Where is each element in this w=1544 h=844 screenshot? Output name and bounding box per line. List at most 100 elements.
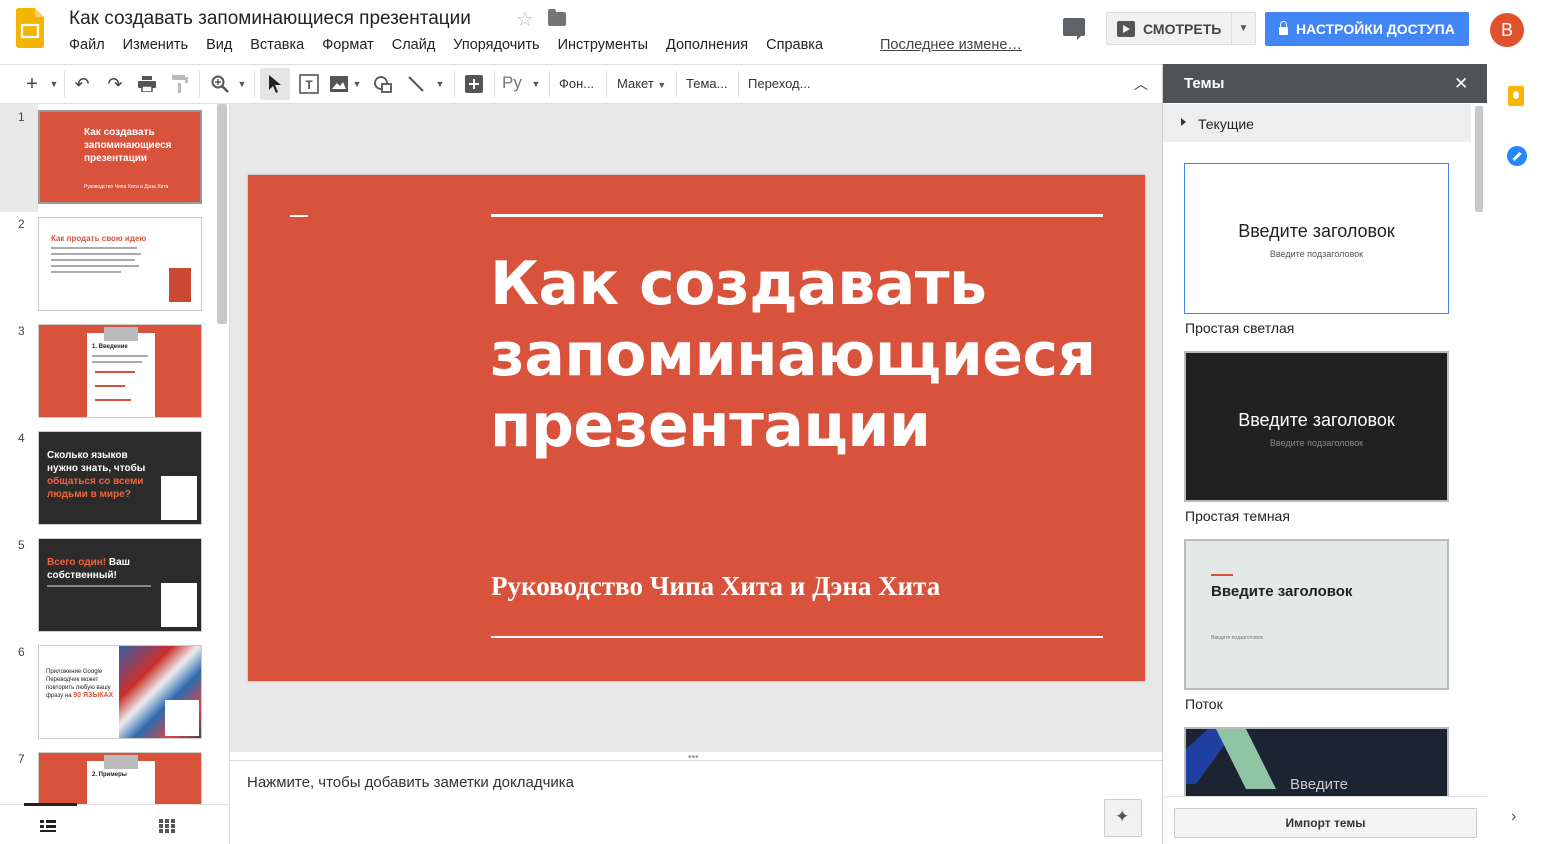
speaker-notes-placeholder[interactable]: Нажмите, чтобы добавить заметки докладчи…	[247, 774, 574, 791]
thumb-card: 1. Введение	[87, 327, 155, 417]
toolbar-divider	[606, 71, 607, 97]
avatar[interactable]: В	[1490, 13, 1524, 47]
slide-thumbnail-4[interactable]: Сколько языков нужно знать, чтобы общать…	[38, 431, 202, 525]
zoom-icon[interactable]	[207, 65, 233, 103]
thumb-text-line	[51, 271, 121, 273]
import-theme-button[interactable]: Импорт темы	[1174, 808, 1477, 838]
thumb-text-line	[51, 253, 141, 255]
menu-edit[interactable]: Изменить	[114, 37, 197, 53]
tasks-icon[interactable]	[1507, 146, 1527, 166]
thumb-text-line	[95, 371, 135, 373]
line-icon[interactable]	[403, 65, 429, 103]
layout-button[interactable]: Макет ▼	[617, 76, 666, 91]
add-comment-icon[interactable]	[461, 65, 487, 103]
explore-button[interactable]	[1104, 799, 1142, 837]
close-icon[interactable]: ✕	[1454, 74, 1468, 94]
slide-number: 2	[18, 217, 25, 231]
new-slide-dropdown-icon[interactable]: ▼	[48, 65, 60, 103]
tape-image	[104, 755, 138, 769]
text-box-icon[interactable]: T	[296, 65, 322, 103]
list-view-icon[interactable]	[40, 819, 56, 837]
line-dropdown-icon[interactable]: ▼	[434, 65, 446, 103]
slide-subtitle[interactable]: Руководство Чипа Хита и Дэна Хита	[491, 571, 940, 602]
active-view-indicator	[24, 803, 77, 806]
thumb-title: Как создавать запоминающиеся презентации	[84, 127, 172, 164]
thumb-title: Приложение Google Переводчик может повто…	[46, 668, 118, 700]
menu-slide[interactable]: Слайд	[383, 37, 445, 53]
menu-arrange[interactable]: Упорядочить	[444, 37, 548, 53]
slide-title[interactable]: Как создавать запоминающиеся презентации	[490, 249, 1096, 462]
thumb-title: Всего один! Ваш собственный!	[47, 556, 151, 582]
svg-text:T: T	[305, 78, 313, 92]
theme-card-simple-dark[interactable]: Введите заголовок Введите подзаголовок	[1184, 351, 1449, 502]
speaker-notes[interactable]: Нажмите, чтобы добавить заметки докладчи…	[230, 760, 1162, 844]
image-dropdown-icon[interactable]: ▼	[351, 65, 363, 103]
document-title[interactable]: Как создавать запоминающиеся презентации	[69, 8, 471, 30]
keep-icon[interactable]	[1508, 86, 1524, 106]
input-tools-button[interactable]: Ру	[502, 73, 522, 93]
share-button[interactable]: НАСТРОЙКИ ДОСТУПА	[1265, 12, 1469, 46]
slide-number: 6	[18, 645, 25, 659]
theme-preview-accent	[1211, 574, 1233, 576]
theme-card-simple-light[interactable]: Введите заголовок Введите подзаголовок	[1184, 163, 1449, 314]
themes-scrollbar[interactable]	[1475, 106, 1483, 212]
redo-icon[interactable]: ↷	[103, 65, 127, 103]
slide-thumbnail-3[interactable]: 1. Введение	[38, 324, 202, 418]
slide-thumbnail-7[interactable]: 2. Примеры	[38, 752, 202, 804]
theme-card-flow[interactable]: Введите заголовок Введите подзаголовок	[1184, 539, 1449, 690]
collapse-toolbar-chevron-icon[interactable]: ︿	[1130, 65, 1152, 103]
theme-preview-title: Введите заголовок	[1238, 410, 1395, 430]
folder-icon[interactable]	[548, 9, 566, 26]
menu-help[interactable]: Справка	[757, 37, 832, 53]
comments-icon[interactable]	[1063, 18, 1085, 40]
paint-format-icon[interactable]	[168, 65, 192, 103]
print-icon[interactable]	[135, 65, 159, 103]
select-tool-icon[interactable]	[260, 68, 290, 100]
thumb-text-line	[92, 355, 148, 357]
thumb-card	[165, 700, 199, 736]
theme-button[interactable]: Тема...	[686, 76, 727, 91]
toolbar-divider	[64, 71, 65, 97]
shape-icon[interactable]	[370, 65, 396, 103]
thumb-title-text: Сколько языков нужно знать, чтобы	[47, 450, 146, 474]
new-slide-icon[interactable]: +	[20, 65, 44, 103]
theme-preview-subtitle: Введите подзаголовок	[1269, 249, 1364, 259]
slide-thumbnail-1[interactable]: Как создавать запоминающиеся презентации…	[38, 110, 202, 204]
menu-bar: Файл Изменить Вид Вставка Формат Слайд У…	[60, 37, 832, 53]
filmstrip-footer	[0, 803, 230, 844]
last-edit-link[interactable]: Последнее измене…	[880, 37, 1022, 53]
slide-thumbnail-6[interactable]: Приложение Google Переводчик может повто…	[38, 645, 202, 739]
undo-icon[interactable]: ↶	[70, 65, 94, 103]
star-icon[interactable]: ☆	[516, 7, 534, 32]
menu-format[interactable]: Формат	[313, 37, 383, 53]
present-play-icon	[1117, 20, 1135, 37]
filmstrip-scrollbar[interactable]	[217, 104, 227, 324]
toolbar-divider	[494, 71, 495, 97]
transition-button[interactable]: Переход...	[748, 76, 810, 91]
side-panel-rail: ›	[1487, 64, 1544, 844]
slide-thumbnail-5[interactable]: Всего один! Ваш собственный!	[38, 538, 202, 632]
present-button[interactable]: СМОТРЕТЬ ▼	[1106, 12, 1256, 45]
slide-thumbnail-2[interactable]: Как продать свою идею	[38, 217, 202, 311]
theme-preview-title: Введите	[1290, 776, 1348, 793]
image-icon[interactable]	[327, 65, 351, 103]
menu-addons[interactable]: Дополнения	[657, 37, 757, 53]
grid-view-icon[interactable]	[159, 819, 175, 838]
slide-canvas[interactable]: Как создавать запоминающиеся презентации…	[248, 175, 1145, 681]
slide-accent-dash	[290, 215, 308, 217]
slide-canvas-area: Как создавать запоминающиеся презентации…	[230, 104, 1162, 752]
menu-insert[interactable]: Вставка	[241, 37, 313, 53]
slides-logo-icon[interactable]	[16, 8, 44, 48]
thumb-text-line	[47, 585, 151, 587]
menu-file[interactable]: Файл	[60, 37, 114, 53]
themes-panel-title: Темы	[1184, 75, 1225, 92]
menu-view[interactable]: Вид	[197, 37, 241, 53]
zoom-dropdown-icon[interactable]: ▼	[236, 65, 248, 103]
input-tools-dropdown-icon[interactable]: ▼	[530, 65, 542, 103]
chevron-right-icon[interactable]: ›	[1511, 808, 1516, 826]
background-button[interactable]: Фон...	[559, 76, 594, 91]
menu-tools[interactable]: Инструменты	[549, 37, 657, 53]
thumb-text-line	[51, 265, 139, 267]
present-dropdown-chevron-icon[interactable]: ▼	[1231, 13, 1255, 44]
current-themes-toggle[interactable]: Текущие	[1163, 104, 1471, 142]
